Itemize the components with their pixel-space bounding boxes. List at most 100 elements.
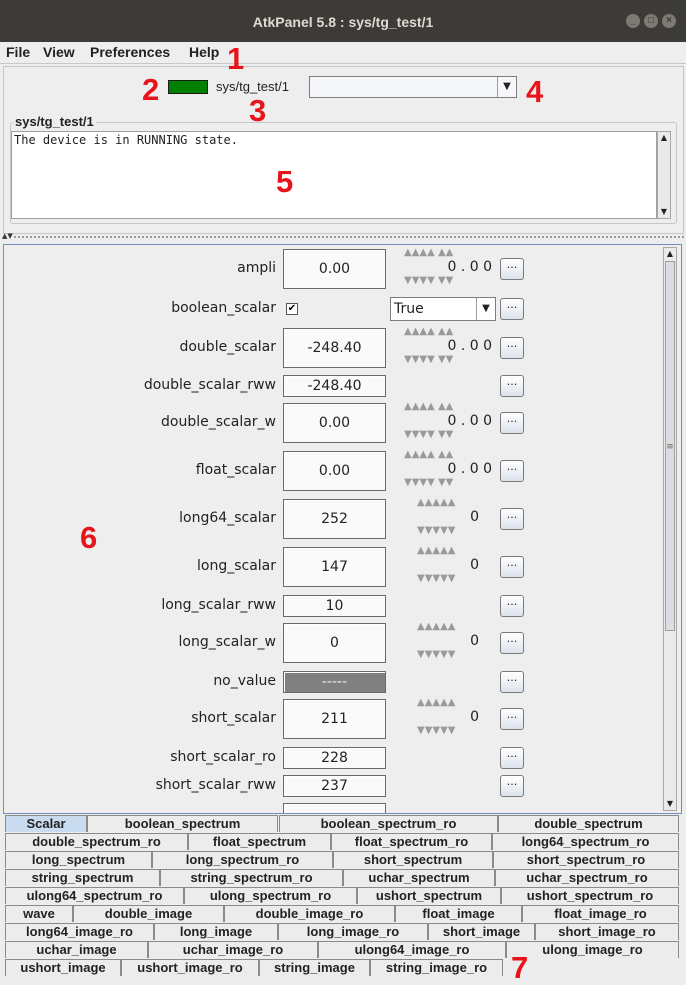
tab-short-spectrum-ro[interactable]: short_spectrum_ro bbox=[493, 851, 679, 868]
tab-double-spectrum[interactable]: double_spectrum bbox=[498, 815, 679, 832]
tab-float-spectrum[interactable]: float_spectrum bbox=[188, 833, 331, 850]
attribute-menu-button[interactable]: ··· bbox=[500, 337, 524, 359]
attribute-menu-button[interactable]: ··· bbox=[500, 747, 524, 769]
tab-short-spectrum[interactable]: short_spectrum bbox=[333, 851, 493, 868]
tab-short-image[interactable]: short_image bbox=[428, 923, 535, 940]
tab-long64-spectrum-ro[interactable]: long64_spectrum_ro bbox=[492, 833, 679, 850]
tab-ulong-image-ro[interactable]: ulong_image_ro bbox=[506, 941, 679, 958]
wheel-editor[interactable]: ▲▲▲▲ ▲▲ 0 . 0 0 ▼▼▼▼ ▼▼ bbox=[404, 449, 496, 491]
tab-double-image-ro[interactable]: double_image_ro bbox=[224, 905, 395, 922]
wheel-up-icon[interactable]: ▲▲▲▲▲ bbox=[417, 621, 455, 632]
wheel-editor[interactable]: ▲▲▲▲▲ 0 ▼▼▼▼▼ bbox=[417, 697, 483, 739]
tab-float-spectrum-ro[interactable]: float_spectrum_ro bbox=[331, 833, 492, 850]
attribute-menu-button[interactable]: ··· bbox=[500, 508, 524, 530]
menu-help[interactable]: Help bbox=[189, 44, 219, 60]
status-text-area[interactable]: The device is in RUNNING state. bbox=[11, 131, 657, 219]
chevron-down-icon[interactable]: ▼ bbox=[476, 298, 495, 320]
tab-uchar-image[interactable]: uchar_image bbox=[5, 941, 148, 958]
menu-preferences[interactable]: Preferences bbox=[90, 44, 170, 60]
tab-long64-image-ro[interactable]: long64_image_ro bbox=[5, 923, 154, 940]
wheel-down-icon[interactable]: ▼▼▼▼ ▼▼ bbox=[404, 477, 453, 488]
tab-long-spectrum[interactable]: long_spectrum bbox=[5, 851, 152, 868]
wheel-editor[interactable]: ▲▲▲▲ ▲▲ 0 . 0 0 ▼▼▼▼ ▼▼ bbox=[404, 326, 496, 368]
attribute-menu-button[interactable]: ··· bbox=[500, 375, 524, 397]
wheel-down-icon[interactable]: ▼▼▼▼ ▼▼ bbox=[404, 429, 453, 440]
scroll-up-icon[interactable]: ▲ bbox=[664, 248, 676, 260]
tab-long-image[interactable]: long_image bbox=[154, 923, 278, 940]
wheel-down-icon[interactable]: ▼▼▼▼▼ bbox=[417, 525, 455, 536]
tab-boolean-spectrum[interactable]: boolean_spectrum bbox=[87, 815, 278, 832]
tab-string-image-ro[interactable]: string_image_ro bbox=[370, 959, 503, 976]
wheel-editor[interactable]: ▲▲▲▲▲ 0 ▼▼▼▼▼ bbox=[417, 497, 483, 539]
tab-wave[interactable]: wave bbox=[5, 905, 73, 922]
wheel-up-icon[interactable]: ▲▲▲▲▲ bbox=[417, 697, 455, 708]
attribute-menu-button[interactable]: ··· bbox=[500, 460, 524, 482]
tab-float-image[interactable]: float_image bbox=[395, 905, 522, 922]
wheel-down-icon[interactable]: ▼▼▼▼▼ bbox=[417, 725, 455, 736]
tab-string-spectrum-ro[interactable]: string_spectrum_ro bbox=[160, 869, 343, 886]
wheel-up-icon[interactable]: ▲▲▲▲ ▲▲ bbox=[404, 401, 453, 412]
tab-ushort-image[interactable]: ushort_image bbox=[5, 959, 121, 976]
scroll-up-icon[interactable]: ▲ bbox=[658, 132, 670, 144]
tab-ulong64-image-ro[interactable]: ulong64_image_ro bbox=[318, 941, 506, 958]
wheel-up-icon[interactable]: ▲▲▲▲ ▲▲ bbox=[404, 326, 453, 337]
attribute-menu-button[interactable]: ··· bbox=[500, 298, 524, 320]
wheel-digits: 0 . 0 0 bbox=[447, 338, 492, 354]
tab-ulong64-spectrum-ro[interactable]: ulong64_spectrum_ro bbox=[5, 887, 184, 904]
attribute-menu-button[interactable]: ··· bbox=[500, 258, 524, 280]
wheel-editor[interactable]: ▲▲▲▲▲ 0 ▼▼▼▼▼ bbox=[417, 545, 483, 587]
tab-ushort-image-ro[interactable]: ushort_image_ro bbox=[121, 959, 259, 976]
tab-uchar-image-ro[interactable]: uchar_image_ro bbox=[148, 941, 318, 958]
wheel-editor[interactable]: ▲▲▲▲ ▲▲ 0 . 0 0 ▼▼▼▼ ▼▼ bbox=[404, 401, 496, 443]
wheel-down-icon[interactable]: ▼▼▼▼▼ bbox=[417, 573, 455, 584]
tab-short-image-ro[interactable]: short_image_ro bbox=[535, 923, 679, 940]
wheel-editor[interactable]: ▲▲▲▲▲ 0 ▼▼▼▼▼ bbox=[417, 621, 483, 663]
tab-ushort-spectrum[interactable]: ushort_spectrum bbox=[357, 887, 501, 904]
chevron-down-icon[interactable]: ▼ bbox=[497, 77, 516, 97]
minimize-button[interactable]: _ bbox=[626, 14, 640, 28]
attribute-menu-button[interactable]: ··· bbox=[500, 412, 524, 434]
tab-uchar-spectrum[interactable]: uchar_spectrum bbox=[343, 869, 495, 886]
divider-arrows-icon[interactable]: ▲▼ bbox=[2, 232, 13, 240]
tab-long-spectrum-ro[interactable]: long_spectrum_ro bbox=[152, 851, 333, 868]
wheel-editor[interactable]: ▲▲▲▲ ▲▲ 0 . 0 0 ▼▼▼▼ ▼▼ bbox=[404, 247, 496, 289]
tab-double-spectrum-ro[interactable]: double_spectrum_ro bbox=[5, 833, 188, 850]
tab-uchar-spectrum-ro[interactable]: uchar_spectrum_ro bbox=[495, 869, 679, 886]
command-combo[interactable]: ▼ bbox=[309, 76, 517, 98]
tab-string-image[interactable]: string_image bbox=[259, 959, 370, 976]
attribute-menu-button[interactable]: ··· bbox=[500, 775, 524, 797]
scroll-down-icon[interactable]: ▼ bbox=[664, 798, 676, 810]
attribute-label: long_scalar bbox=[196, 558, 276, 574]
menu-file[interactable]: File bbox=[6, 44, 30, 60]
wheel-down-icon[interactable]: ▼▼▼▼ ▼▼ bbox=[404, 275, 453, 286]
wheel-down-icon[interactable]: ▼▼▼▼ ▼▼ bbox=[404, 354, 453, 365]
menu-view[interactable]: View bbox=[43, 44, 75, 60]
status-scrollbar[interactable]: ▲ ▼ bbox=[657, 131, 671, 219]
tab-boolean-spectrum-ro[interactable]: boolean_spectrum_ro bbox=[279, 815, 498, 832]
tab-scalar[interactable]: Scalar bbox=[5, 815, 87, 832]
attribute-menu-button[interactable]: ··· bbox=[500, 556, 524, 578]
attribute-menu-button[interactable]: ··· bbox=[500, 632, 524, 654]
wheel-down-icon[interactable]: ▼▼▼▼▼ bbox=[417, 649, 455, 660]
boolean-select[interactable]: True ▼ bbox=[390, 297, 496, 321]
wheel-up-icon[interactable]: ▲▲▲▲ ▲▲ bbox=[404, 247, 453, 258]
maximize-button[interactable]: □ bbox=[644, 14, 658, 28]
tab-ulong-spectrum-ro[interactable]: ulong_spectrum_ro bbox=[184, 887, 357, 904]
scroll-thumb[interactable]: ≡ bbox=[665, 261, 675, 631]
tab-float-image-ro[interactable]: float_image_ro bbox=[522, 905, 679, 922]
tab-string-spectrum[interactable]: string_spectrum bbox=[5, 869, 160, 886]
tab-long-image-ro[interactable]: long_image_ro bbox=[278, 923, 428, 940]
wheel-up-icon[interactable]: ▲▲▲▲▲ bbox=[417, 497, 455, 508]
scroll-down-icon[interactable]: ▼ bbox=[658, 206, 670, 218]
wheel-up-icon[interactable]: ▲▲▲▲ ▲▲ bbox=[404, 449, 453, 460]
tab-double-image[interactable]: double_image bbox=[73, 905, 224, 922]
attribute-menu-button[interactable]: ··· bbox=[500, 708, 524, 730]
attribute-menu-button[interactable]: ··· bbox=[500, 671, 524, 693]
attributes-scrollbar[interactable]: ▲ ≡ ▼ bbox=[663, 247, 677, 811]
tab-ushort-spectrum-ro[interactable]: ushort_spectrum_ro bbox=[501, 887, 679, 904]
split-pane-divider[interactable]: ▲▼ bbox=[0, 232, 686, 242]
boolean-checkbox[interactable]: ✔ bbox=[286, 303, 298, 315]
attribute-menu-button[interactable]: ··· bbox=[500, 595, 524, 617]
close-button[interactable]: × bbox=[662, 14, 676, 28]
wheel-up-icon[interactable]: ▲▲▲▲▲ bbox=[417, 545, 455, 556]
